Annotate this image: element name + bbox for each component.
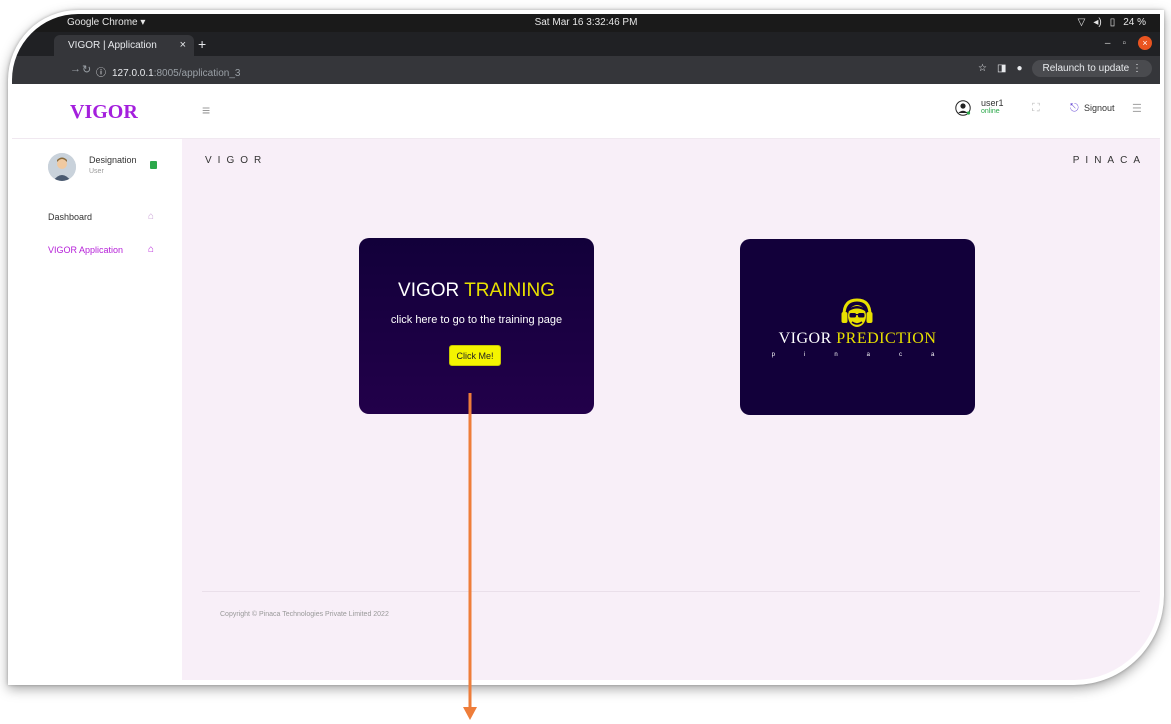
address-bar-actions: ☆ ◨ ● Relaunch to update ⋮ xyxy=(978,60,1152,77)
relaunch-button[interactable]: Relaunch to update ⋮ xyxy=(1032,60,1152,77)
site-info-icon[interactable]: ⓘ xyxy=(96,68,106,79)
training-title: VIGOR TRAINING xyxy=(359,280,594,302)
click-me-button[interactable]: Click Me! xyxy=(449,345,501,366)
browser-address-bar: → ↻ ⓘ 127.0.0.1:8005/application_3 ☆ ◨ ● … xyxy=(12,56,1160,84)
headphones-sunglasses-face-icon xyxy=(841,298,873,327)
side-panel-icon[interactable]: ◨ xyxy=(997,63,1006,74)
main-right-label: PINACA xyxy=(1072,155,1146,166)
sidebar-item-dashboard[interactable]: Dashboard xyxy=(48,212,92,222)
url-input[interactable]: ⓘ 127.0.0.1:8005/application_3 xyxy=(96,61,980,79)
browser-tab-bar: VIGOR | Application × + – ▫ × xyxy=(12,32,1160,56)
profile-avatar xyxy=(48,153,76,181)
battery-level: 24 % xyxy=(1123,17,1146,28)
profile-designation: Designation xyxy=(89,155,137,165)
person-icon xyxy=(48,153,76,181)
user-name[interactable]: user1 xyxy=(981,98,1004,108)
user-status: online xyxy=(981,108,1000,115)
relaunch-label: Relaunch to update xyxy=(1042,63,1130,74)
minimize-icon[interactable]: – xyxy=(1105,38,1111,49)
prediction-card[interactable]: VIGOR PREDICTION pinaca xyxy=(740,239,975,415)
brand-logo[interactable]: VIGOR xyxy=(70,101,138,124)
bookmark-icon xyxy=(150,161,157,169)
list-menu-icon[interactable]: ☰ xyxy=(1132,102,1142,115)
os-status-area[interactable]: ▽ ◂) ▯ 24 % xyxy=(1078,17,1146,28)
profile-icon[interactable]: ● xyxy=(1016,63,1022,74)
home-icon[interactable]: ⌂ xyxy=(148,244,154,255)
main-left-label: VIGOR xyxy=(205,155,268,166)
tab-close-icon[interactable]: × xyxy=(180,39,186,51)
reload-icon[interactable]: ↻ xyxy=(82,63,91,76)
sidebar-item-vigor-application[interactable]: VIGOR Application xyxy=(48,245,123,255)
copyright-text: Copyright © Pinaca Technologies Private … xyxy=(220,611,389,618)
volume-icon: ◂) xyxy=(1093,17,1102,28)
footer-divider xyxy=(202,591,1140,592)
battery-icon: ▯ xyxy=(1109,17,1116,28)
home-icon[interactable]: ⌂ xyxy=(148,211,154,222)
profile-role: User xyxy=(89,168,104,175)
prediction-title-accent: PREDICTION xyxy=(836,330,937,347)
window-close-icon[interactable]: × xyxy=(1138,36,1152,50)
main-content: VIGOR PINACA VIGOR TRAINING click here t… xyxy=(182,139,1160,680)
sidebar: Designation User Dashboard ⌂ VIGOR Appli… xyxy=(12,139,182,680)
bookmark-star-icon[interactable]: ☆ xyxy=(978,63,987,74)
browser-window: Google Chrome ▾ Sat Mar 16 3:32:46 PM ▽ … xyxy=(12,14,1160,680)
screenshot-frame: Google Chrome ▾ Sat Mar 16 3:32:46 PM ▽ … xyxy=(8,10,1164,685)
training-card[interactable]: VIGOR TRAINING click here to go to the t… xyxy=(359,238,594,414)
fullscreen-icon[interactable]: ⛶ xyxy=(1032,102,1040,115)
maximize-icon[interactable]: ▫ xyxy=(1122,38,1126,49)
prediction-title-plain: VIGOR xyxy=(778,330,837,347)
annotation-arrow xyxy=(463,393,477,720)
training-title-plain: VIGOR xyxy=(398,280,465,301)
signout-button[interactable]: Signout xyxy=(1084,103,1115,113)
hamburger-menu-icon[interactable]: ≡ xyxy=(202,102,210,118)
os-top-bar: Google Chrome ▾ Sat Mar 16 3:32:46 PM ▽ … xyxy=(12,14,1160,32)
signout-icon[interactable]: ⎋ xyxy=(1070,102,1079,115)
training-title-accent: TRAINING xyxy=(464,280,555,301)
forward-icon[interactable]: → xyxy=(70,63,81,75)
prediction-title: VIGOR PREDICTION xyxy=(740,330,975,348)
browser-tab[interactable]: VIGOR | Application × xyxy=(54,35,194,56)
user-avatar-icon[interactable] xyxy=(955,100,971,116)
window-controls: – ▫ × xyxy=(1105,36,1152,50)
url-host: 127.0.0.1 xyxy=(112,68,154,79)
app-header: VIGOR ≡ user1 online ⛶ ⎋ Signout ☰ xyxy=(12,84,1160,139)
os-clock[interactable]: Sat Mar 16 3:32:46 PM xyxy=(12,17,1160,28)
url-path: :8005/application_3 xyxy=(153,68,241,79)
wifi-icon: ▽ xyxy=(1077,17,1086,28)
prediction-subtitle: pinaca xyxy=(771,352,964,358)
training-description: click here to go to the training page xyxy=(390,314,563,326)
tab-title: VIGOR | Application xyxy=(68,40,157,51)
new-tab-button[interactable]: + xyxy=(198,36,206,52)
